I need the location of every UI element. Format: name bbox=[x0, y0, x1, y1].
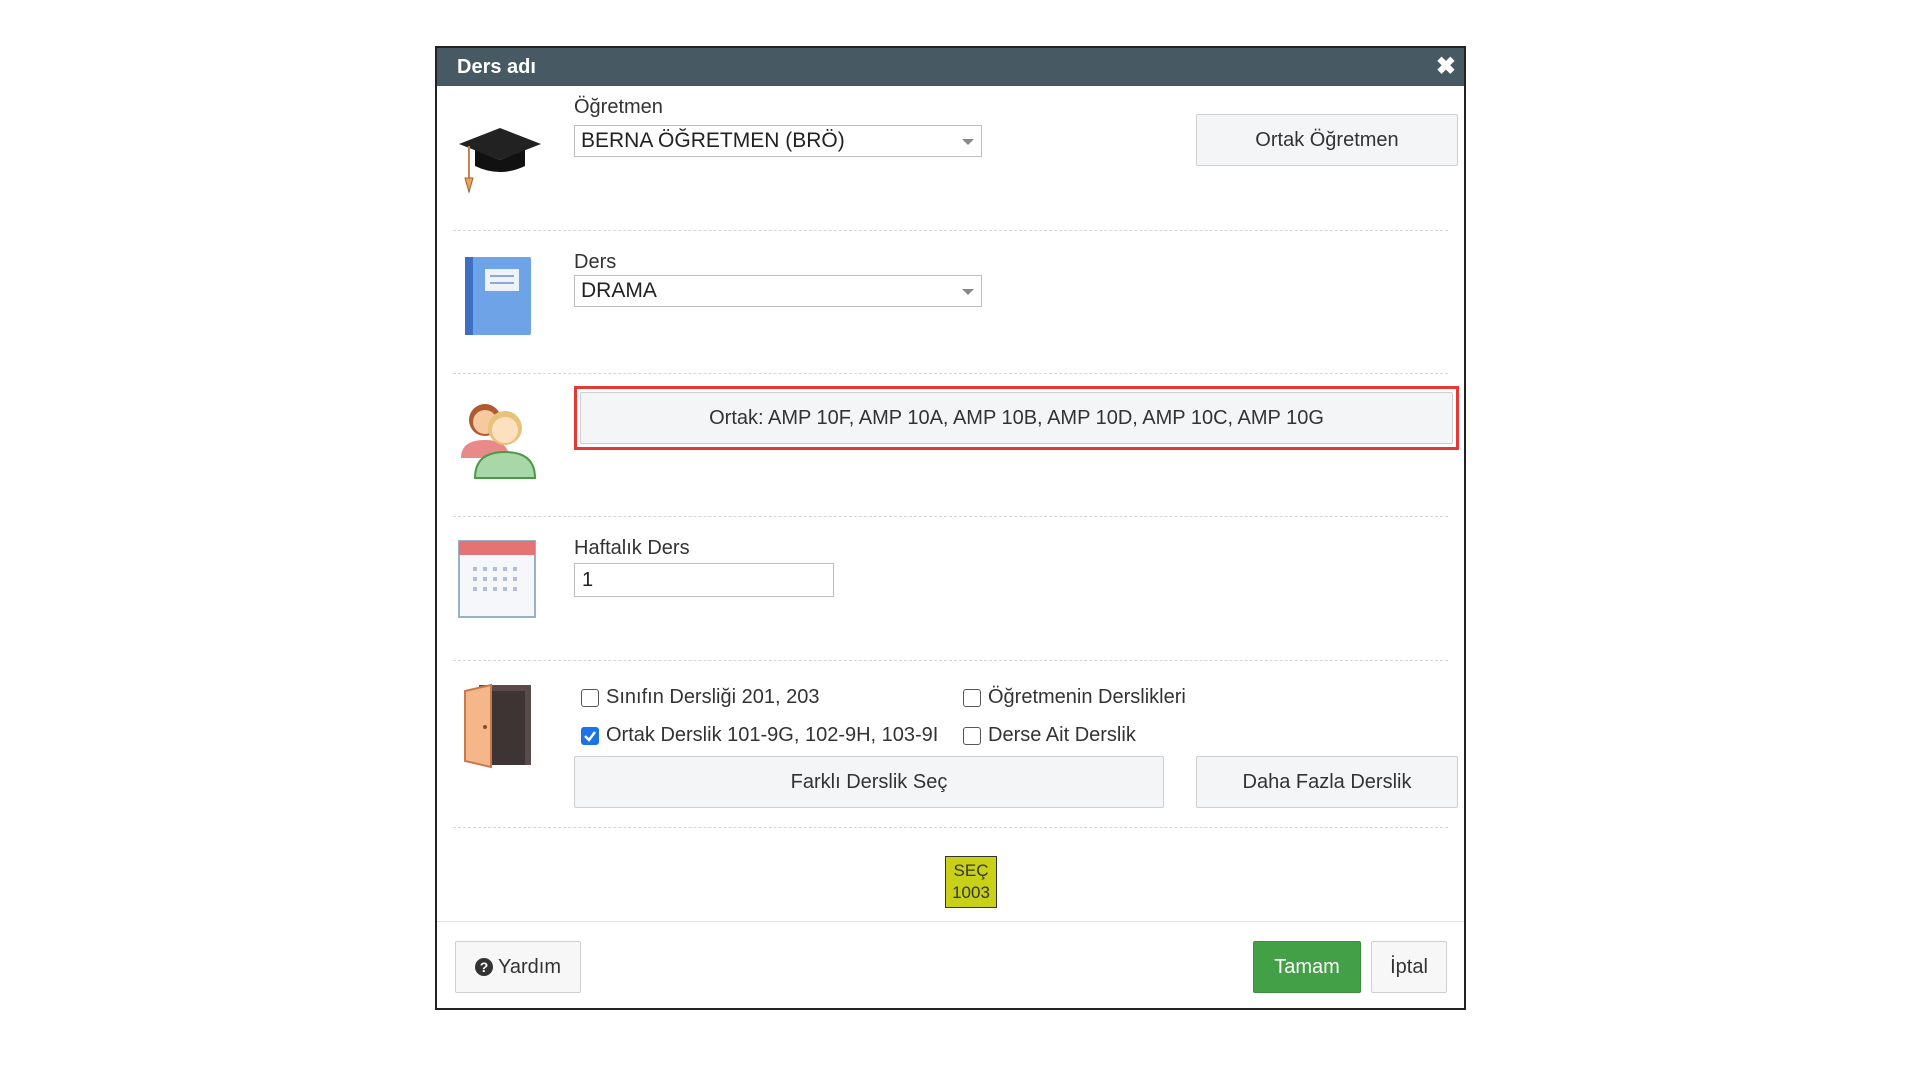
users-icon bbox=[461, 404, 537, 479]
selection-line1: SEÇ bbox=[953, 861, 989, 880]
teacher-select-value: BERNA ÖĞRETMEN (BRÖ) bbox=[581, 129, 845, 152]
dialog-title: Ders adı bbox=[457, 55, 536, 78]
help-label: Yardım bbox=[498, 955, 561, 978]
check-icon bbox=[584, 730, 596, 742]
checkbox-box-checked[interactable] bbox=[581, 726, 599, 745]
derse-ait-derslik-checkbox[interactable]: Derse Ait Derslik bbox=[963, 724, 1136, 747]
chevron-down-icon bbox=[962, 139, 974, 145]
iptal-button[interactable]: İptal bbox=[1371, 941, 1447, 993]
door-icon bbox=[464, 683, 531, 769]
checkbox-box[interactable] bbox=[581, 688, 599, 707]
teacher-select[interactable]: BERNA ÖĞRETMEN (BRÖ) bbox=[574, 125, 982, 157]
ortak-classes-button[interactable]: Ortak: AMP 10F, AMP 10A, AMP 10B, AMP 10… bbox=[580, 392, 1453, 444]
farkli-derslik-button[interactable]: Farklı Derslik Seç bbox=[574, 756, 1164, 808]
daha-fazla-derslik-button[interactable]: Daha Fazla Derslik bbox=[1196, 756, 1458, 808]
book-icon bbox=[465, 257, 531, 335]
ortak-derslik-checkbox[interactable]: Ortak Derslik 101-9G, 102-9H, 103-9I bbox=[581, 724, 938, 747]
course-label: Ders bbox=[574, 251, 617, 273]
ortak-derslik-label: Ortak Derslik 101-9G, 102-9H, 103-9I bbox=[606, 724, 939, 746]
help-button[interactable]: ? Yardım bbox=[455, 941, 581, 993]
rooms-section: Sınıfın Dersliği 201, 203 Öğretmenin Der… bbox=[453, 661, 1458, 828]
weekly-label: Haftalık Ders bbox=[574, 537, 690, 559]
graduation-cap-icon bbox=[459, 128, 541, 194]
derse-ait-derslik-label: Derse Ait Derslik bbox=[988, 724, 1136, 746]
dialog-titlebar: Ders adı ✖ bbox=[437, 48, 1464, 86]
checkbox-box[interactable] bbox=[963, 688, 981, 707]
classes-section: Ortak: AMP 10F, AMP 10A, AMP 10B, AMP 10… bbox=[453, 374, 1459, 517]
checkbox-box[interactable] bbox=[963, 726, 981, 745]
ogretmenin-derslikleri-label: Öğretmenin Derslikleri bbox=[988, 686, 1186, 708]
ders-dialog: Ders adı ✖ Öğretmen BERNA ÖĞRETMEN (BRÖ)… bbox=[435, 46, 1466, 1010]
weekly-input[interactable] bbox=[574, 563, 834, 597]
selection-badge[interactable]: SEÇ 1003 bbox=[945, 856, 997, 908]
teacher-label: Öğretmen bbox=[574, 96, 663, 118]
close-icon[interactable]: ✖ bbox=[1436, 55, 1456, 79]
sinif-dersligi-label: Sınıfın Dersliği 201, 203 bbox=[606, 686, 820, 708]
teacher-section: Öğretmen BERNA ÖĞRETMEN (BRÖ) Ortak Öğre… bbox=[453, 86, 1458, 231]
course-select-value: DRAMA bbox=[581, 279, 657, 302]
course-select[interactable]: DRAMA bbox=[574, 275, 982, 307]
sinif-dersligi-checkbox[interactable]: Sınıfın Dersliği 201, 203 bbox=[581, 686, 819, 709]
selection-line2: 1003 bbox=[952, 883, 990, 902]
ortak-ogretmen-button[interactable]: Ortak Öğretmen bbox=[1196, 114, 1458, 166]
calendar-icon bbox=[458, 540, 536, 618]
tamam-button[interactable]: Tamam bbox=[1253, 941, 1361, 993]
weekly-section: Haftalık Ders bbox=[453, 517, 1448, 661]
ogretmenin-derslikleri-checkbox[interactable]: Öğretmenin Derslikleri bbox=[963, 686, 1186, 709]
question-circle-icon: ? bbox=[475, 958, 493, 976]
chevron-down-icon bbox=[962, 289, 974, 295]
dialog-footer: ? Yardım Tamam İptal bbox=[437, 921, 1464, 1008]
course-section: Ders DRAMA bbox=[453, 231, 1448, 374]
